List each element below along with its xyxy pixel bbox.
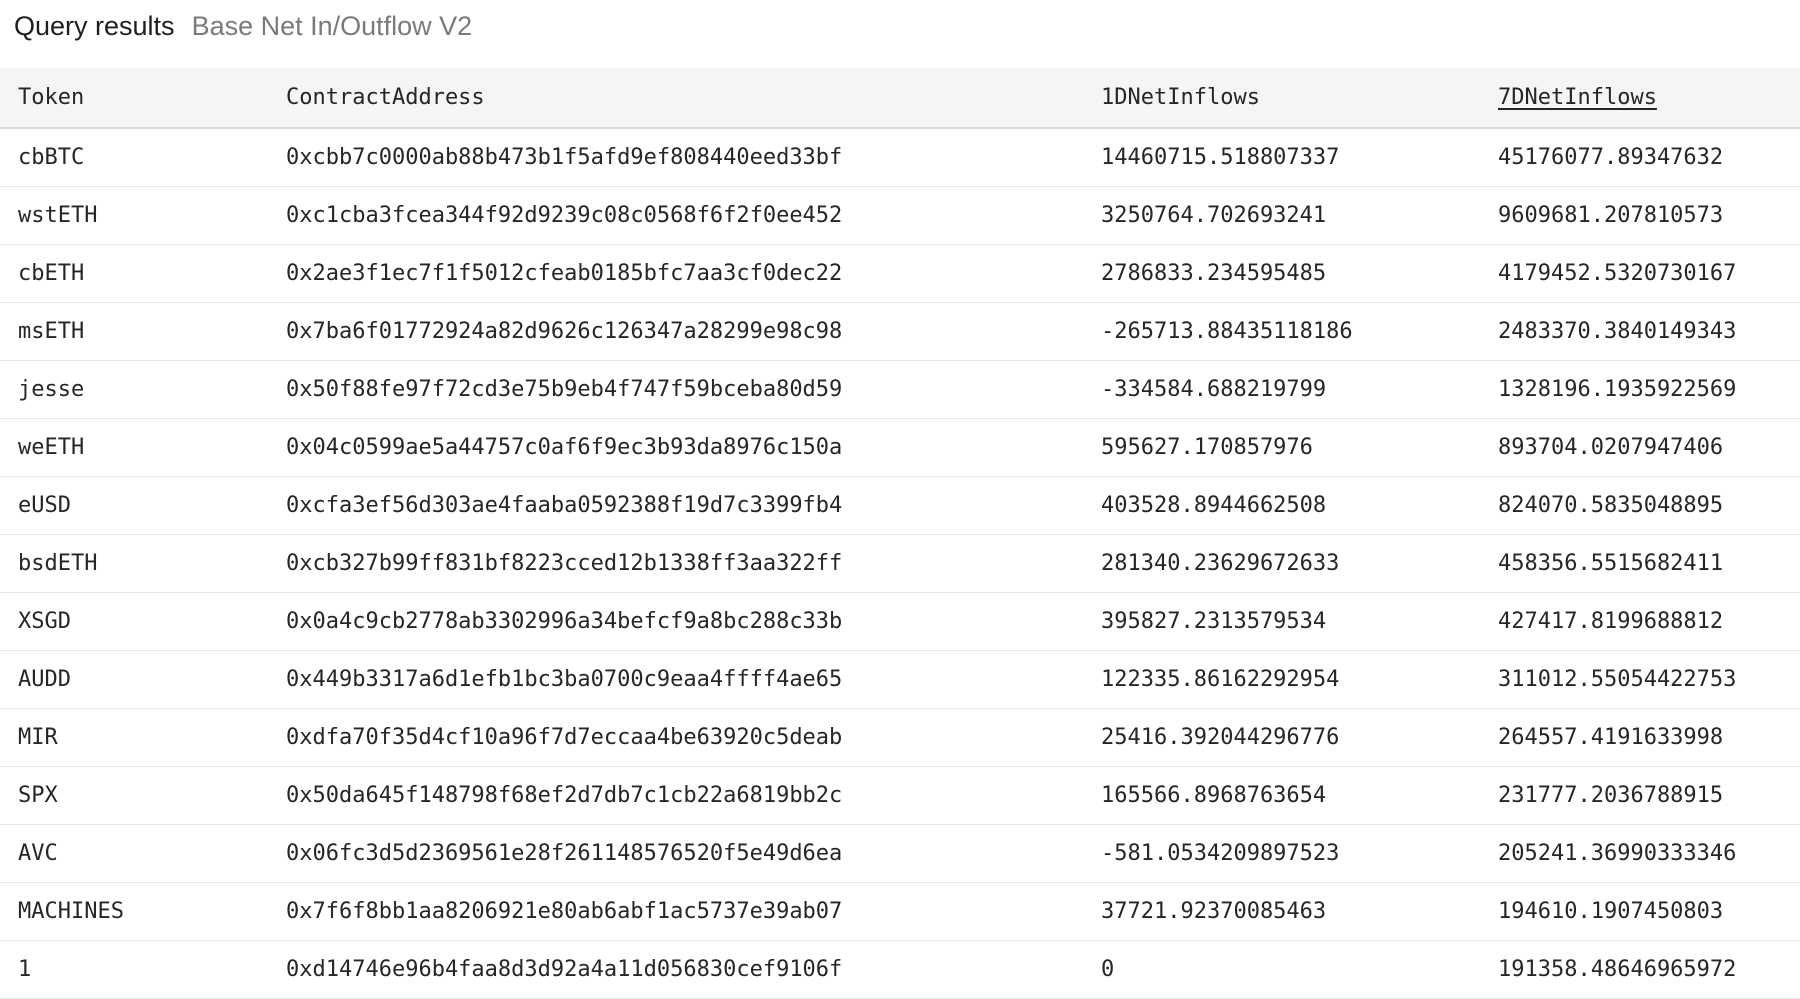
1d-net-inflows-cell: 2786833.234595485 <box>1101 260 1327 286</box>
7d-net-inflows-cell: 9609681.207810573 <box>1498 202 1724 228</box>
7d-net-inflows-cell: 264557.4191633998 <box>1498 724 1724 750</box>
7d-net-inflows-cell: 45176077.89347632 <box>1498 144 1724 170</box>
table-row[interactable]: weETH 0x04c0599ae5a44757c0af6f9ec3b93da89… <box>0 418 1800 476</box>
table-row[interactable]: cbBTC 0xcbb7c0000ab88b473b1f5afd9ef808440… <box>0 128 1800 186</box>
contract-address-cell: 0x2ae3f1ec7f1f5012cfeab0185bfc7aa3cf0dec… <box>286 260 843 286</box>
table-row[interactable]: msETH 0x7ba6f01772924a82d9626c126347a2829… <box>0 302 1800 360</box>
token-cell: AUDD <box>18 666 71 692</box>
token-cell: cbBTC <box>18 144 85 170</box>
7d-net-inflows-cell: 2483370.3840149343 <box>1498 318 1737 344</box>
contract-address-cell: 0x06fc3d5d2369561e28f261148576520f5e49d6… <box>286 840 843 866</box>
results-header: Query results Base Net In/Outflow V2 <box>0 0 1800 68</box>
token-cell: AVC <box>18 840 58 866</box>
7d-net-inflows-cell: 893704.0207947406 <box>1498 434 1724 460</box>
table-row[interactable]: eUSD 0xcfa3ef56d303ae4faaba0592388f19d7c3… <box>0 476 1800 534</box>
contract-address-cell: 0xc1cba3fcea344f92d9239c08c0568f6f2f0ee4… <box>286 202 843 228</box>
7d-net-inflows-cell: 311012.55054422753 <box>1498 666 1737 692</box>
token-cell: jesse <box>18 376 85 402</box>
token-cell: eUSD <box>18 492 71 518</box>
results-table: Token ContractAddress 1DNetInflows 7DNet… <box>0 68 1800 999</box>
contract-address-cell: 0xd14746e96b4faa8d3d92a4a11d056830cef910… <box>286 956 843 982</box>
1d-net-inflows-cell: 14460715.518807337 <box>1101 144 1340 170</box>
query-name[interactable]: Base Net In/Outflow V2 <box>192 10 473 42</box>
1d-net-inflows-cell: -334584.688219799 <box>1101 376 1327 402</box>
header-row: Token ContractAddress 1DNetInflows 7DNet… <box>0 68 1800 128</box>
7d-net-inflows-cell: 205241.36990333346 <box>1498 840 1737 866</box>
column-header-contract-address[interactable]: ContractAddress <box>268 68 1083 128</box>
contract-address-cell: 0x7f6f8bb1aa8206921e80ab6abf1ac5737e39ab… <box>286 898 843 924</box>
table-body: cbBTC 0xcbb7c0000ab88b473b1f5afd9ef808440… <box>0 128 1800 998</box>
1d-net-inflows-cell: 0 <box>1101 956 1115 982</box>
1d-net-inflows-cell: 25416.392044296776 <box>1101 724 1340 750</box>
table-row[interactable]: AVC 0x06fc3d5d2369561e28f261148576520f5e4… <box>0 824 1800 882</box>
token-cell: XSGD <box>18 608 71 634</box>
token-cell: cbETH <box>18 260 85 286</box>
token-cell: 1 <box>18 956 32 982</box>
table-row[interactable]: jesse 0x50f88fe97f72cd3e75b9eb4f747f59bce… <box>0 360 1800 418</box>
1d-net-inflows-cell: 281340.23629672633 <box>1101 550 1340 576</box>
token-cell: MIR <box>18 724 58 750</box>
contract-address-cell: 0x7ba6f01772924a82d9626c126347a28299e98c… <box>286 318 843 344</box>
contract-address-cell: 0xcb327b99ff831bf8223cced12b1338ff3aa322… <box>286 550 843 576</box>
token-cell: wstETH <box>18 202 98 228</box>
contract-address-cell: 0x0a4c9cb2778ab3302996a34befcf9a8bc288c3… <box>286 608 843 634</box>
contract-address-cell: 0xdfa70f35d4cf10a96f7d7eccaa4be63920c5de… <box>286 724 843 750</box>
contract-address-cell: 0xcfa3ef56d303ae4faaba0592388f19d7c3399f… <box>286 492 843 518</box>
table-row[interactable]: MACHINES 0x7f6f8bb1aa8206921e80ab6abf1ac5… <box>0 882 1800 940</box>
7d-net-inflows-cell: 191358.48646965972 <box>1498 956 1737 982</box>
token-cell: bsdETH <box>18 550 98 576</box>
7d-net-inflows-cell: 427417.8199688812 <box>1498 608 1724 634</box>
1d-net-inflows-cell: 165566.8968763654 <box>1101 782 1327 808</box>
1d-net-inflows-cell: -265713.88435118186 <box>1101 318 1353 344</box>
column-header-token[interactable]: Token <box>0 68 268 128</box>
column-header-7d-net-inflows[interactable]: 7DNetInflows <box>1480 68 1800 128</box>
contract-address-cell: 0xcbb7c0000ab88b473b1f5afd9ef808440eed33… <box>286 144 843 170</box>
table-header: Token ContractAddress 1DNetInflows 7DNet… <box>0 68 1800 128</box>
7d-net-inflows-cell: 4179452.5320730167 <box>1498 260 1737 286</box>
7d-net-inflows-cell: 458356.5515682411 <box>1498 550 1724 576</box>
page-title: Query results <box>14 11 175 41</box>
token-cell: SPX <box>18 782 58 808</box>
token-cell: msETH <box>18 318 85 344</box>
contract-address-cell: 0x449b3317a6d1efb1bc3ba0700c9eaa4ffff4ae… <box>286 666 843 692</box>
table-row[interactable]: 1 0xd14746e96b4faa8d3d92a4a11d056830cef91… <box>0 940 1800 998</box>
contract-address-cell: 0x50f88fe97f72cd3e75b9eb4f747f59bceba80d… <box>286 376 843 402</box>
1d-net-inflows-cell: 403528.8944662508 <box>1101 492 1327 518</box>
1d-net-inflows-cell: 3250764.702693241 <box>1101 202 1327 228</box>
7d-net-inflows-cell: 194610.1907450803 <box>1498 898 1724 924</box>
contract-address-cell: 0x50da645f148798f68ef2d7db7c1cb22a6819bb… <box>286 782 843 808</box>
1d-net-inflows-cell: 595627.170857976 <box>1101 434 1313 460</box>
table-row[interactable]: wstETH 0xc1cba3fcea344f92d9239c08c0568f6f… <box>0 186 1800 244</box>
table-row[interactable]: SPX 0x50da645f148798f68ef2d7db7c1cb22a681… <box>0 766 1800 824</box>
7d-net-inflows-cell: 231777.2036788915 <box>1498 782 1724 808</box>
token-cell: MACHINES <box>18 898 124 924</box>
1d-net-inflows-cell: -581.0534209897523 <box>1101 840 1340 866</box>
1d-net-inflows-cell: 395827.2313579534 <box>1101 608 1327 634</box>
table-row[interactable]: XSGD 0x0a4c9cb2778ab3302996a34befcf9a8bc2… <box>0 592 1800 650</box>
table-row[interactable]: bsdETH 0xcb327b99ff831bf8223cced12b1338ff… <box>0 534 1800 592</box>
7d-net-inflows-cell: 824070.5835048895 <box>1498 492 1724 518</box>
token-cell: weETH <box>18 434 85 460</box>
table-row[interactable]: cbETH 0x2ae3f1ec7f1f5012cfeab0185bfc7aa3c… <box>0 244 1800 302</box>
1d-net-inflows-cell: 122335.86162292954 <box>1101 666 1340 692</box>
table-row[interactable]: MIR 0xdfa70f35d4cf10a96f7d7eccaa4be63920c… <box>0 708 1800 766</box>
column-header-1d-net-inflows[interactable]: 1DNetInflows <box>1083 68 1480 128</box>
table-row[interactable]: AUDD 0x449b3317a6d1efb1bc3ba0700c9eaa4fff… <box>0 650 1800 708</box>
contract-address-cell: 0x04c0599ae5a44757c0af6f9ec3b93da8976c15… <box>286 434 843 460</box>
1d-net-inflows-cell: 37721.92370085463 <box>1101 898 1327 924</box>
7d-net-inflows-cell: 1328196.1935922569 <box>1498 376 1737 402</box>
